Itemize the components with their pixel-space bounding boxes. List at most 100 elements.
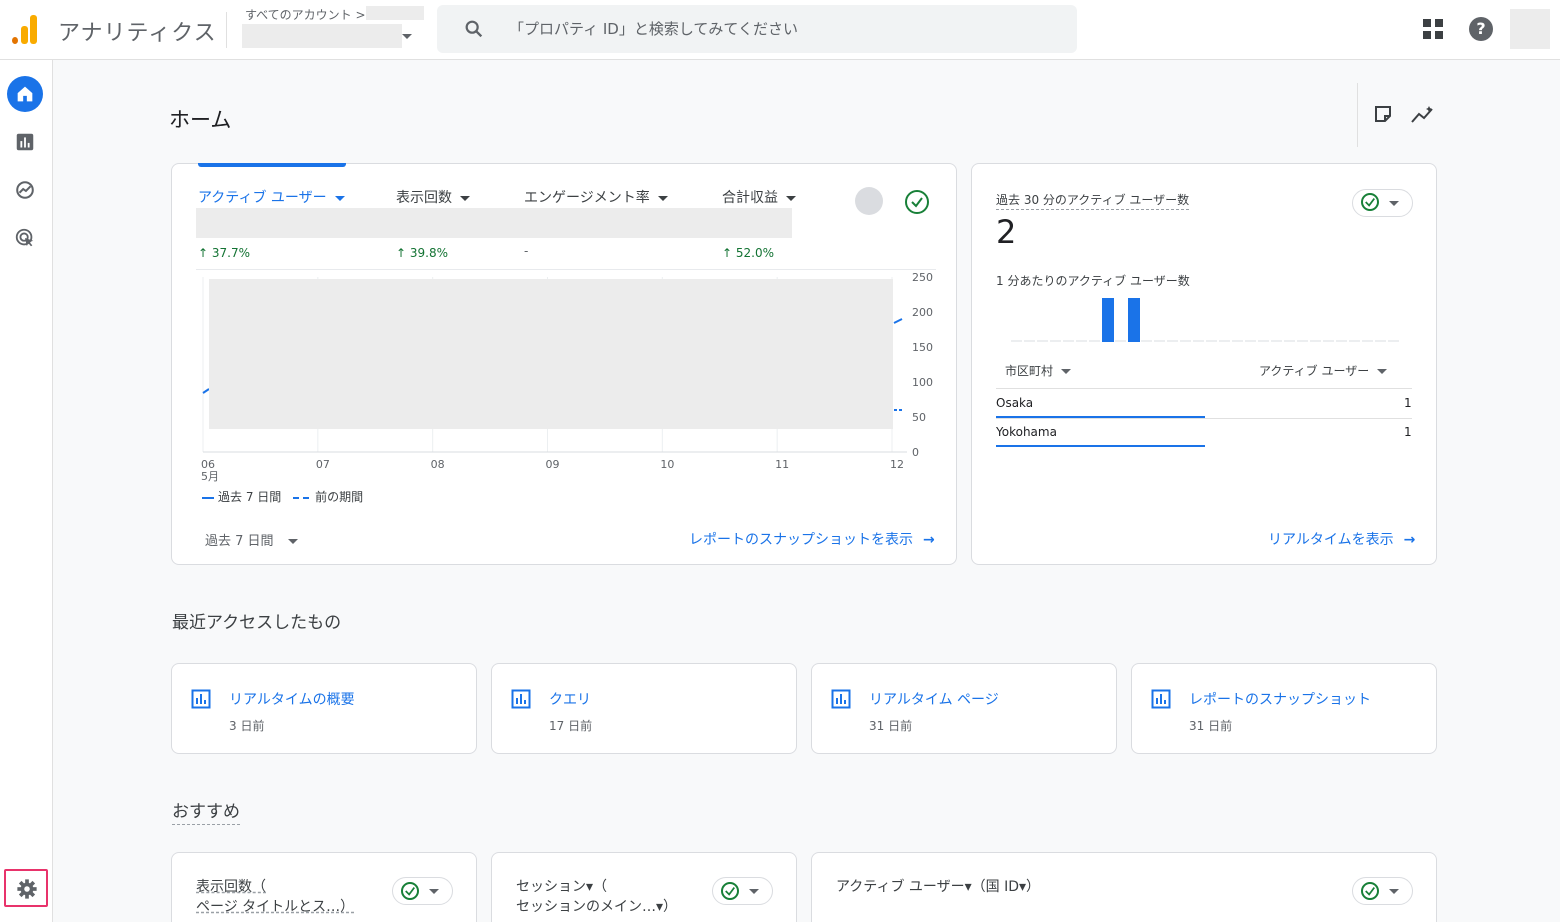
app-title: アナリティクス <box>58 21 217 46</box>
x-tick-label: 09 <box>546 458 560 471</box>
realtime-card: 過去 30 分のアクティブ ユーザー数 2 1 分あたりのアクティブ ユーザー数… <box>971 163 1437 565</box>
metrics-overview-card: アクティブ ユーザー 表示回数 エンゲージメント率 合計収益 ↑ 37.7% ↑… <box>171 163 957 565</box>
insights-icon[interactable] <box>1410 104 1436 126</box>
search-bar[interactable]: 「プロパティ ID」と検索してみてください <box>437 5 1077 53</box>
recommendation-dropdown[interactable] <box>712 877 773 905</box>
left-nav-rail <box>0 60 53 922</box>
recommendation-card[interactable]: 表示回数（ ページ タイトルとス…） <box>171 852 477 922</box>
recommendation-card[interactable]: セッション▾（ セッションのメイン…▾） <box>491 852 797 922</box>
recent-item[interactable]: リアルタイム ページ 31 日前 <box>811 663 1117 754</box>
apps-grid-icon[interactable] <box>1422 18 1444 40</box>
account-breadcrumb[interactable]: すべてのアカウント > <box>245 6 366 23</box>
x-tick-label: 12 <box>890 458 904 471</box>
nav-advertising-button[interactable] <box>7 220 43 256</box>
report-icon <box>191 689 211 709</box>
home-icon <box>17 86 33 102</box>
report-icon <box>831 689 851 709</box>
recommendation-dropdown[interactable] <box>392 877 453 905</box>
recommendation-metric: セッション▾（ セッションのメイン…▾） <box>516 879 678 915</box>
chart-legend: 過去 7 日間 前の期間 <box>202 488 363 505</box>
row-share-bar <box>996 445 1205 447</box>
recommendation-card[interactable]: アクティブ ユーザー▾（国 ID▾） <box>811 852 1437 922</box>
chevron-down-icon <box>1389 201 1399 206</box>
x-month-label: 5月 <box>201 470 219 483</box>
admin-settings-button[interactable] <box>4 869 48 907</box>
chevron-down-icon[interactable] <box>402 34 412 39</box>
check-circle-icon <box>401 882 419 900</box>
chevron-down-icon <box>1389 889 1399 894</box>
tab-engagement-rate[interactable]: エンゲージメント率 <box>524 187 668 207</box>
engagement-rate-delta: - <box>524 244 529 258</box>
x-tick-label: 10 <box>660 458 674 471</box>
y-tick-label: 50 <box>912 411 926 424</box>
recent-item-name[interactable]: リアルタイム ページ <box>869 689 999 709</box>
column-city[interactable]: 市区町村 <box>1005 362 1072 379</box>
minute-bar[interactable] <box>1102 298 1114 342</box>
view-report-snapshot-link[interactable]: レポートのスナップショットを表示 → <box>689 529 935 549</box>
medal-icon[interactable] <box>855 187 883 215</box>
recommendations-title: おすすめ <box>172 797 240 825</box>
recent-item-time: 31 日前 <box>869 719 913 733</box>
legend-current: 過去 7 日間 <box>218 490 282 504</box>
help-icon[interactable]: ? <box>1469 17 1493 41</box>
check-circle-icon <box>1361 882 1379 900</box>
divider <box>1357 83 1358 147</box>
check-circle-icon[interactable] <box>905 190 929 214</box>
gear-icon <box>17 879 37 899</box>
table-row-city: Yokohama <box>996 425 1057 439</box>
realtime-insight-dropdown[interactable] <box>1352 189 1413 217</box>
tab-active-users[interactable]: アクティブ ユーザー <box>198 187 345 207</box>
y-tick-label: 100 <box>912 376 933 389</box>
date-range-selector[interactable]: 過去 7 日間 <box>205 530 298 549</box>
recent-item[interactable]: レポートのスナップショット 31 日前 <box>1131 663 1437 754</box>
recommendation-metric: アクティブ ユーザー▾（国 ID▾） <box>836 879 1041 895</box>
active-users-delta: ↑ 37.7% <box>198 246 250 260</box>
x-tick-label: 11 <box>775 458 789 471</box>
y-tick-label: 200 <box>912 306 933 319</box>
table-row-value: 1 <box>1404 396 1412 410</box>
check-circle-icon <box>721 882 739 900</box>
legend-previous: 前の期間 <box>315 490 364 504</box>
y-tick-label: 250 <box>912 271 933 284</box>
recent-item[interactable]: リアルタイムの概要 3 日前 <box>171 663 477 754</box>
minute-bar[interactable] <box>1128 298 1140 342</box>
recent-item[interactable]: クエリ 17 日前 <box>491 663 797 754</box>
nav-reports-button[interactable] <box>7 124 43 160</box>
page-title: ホーム <box>169 108 232 132</box>
divider <box>226 12 227 48</box>
table-row-value: 1 <box>1404 425 1412 439</box>
tab-views[interactable]: 表示回数 <box>396 187 470 207</box>
recent-item-time: 3 日前 <box>229 719 265 733</box>
nav-explore-button[interactable] <box>7 172 43 208</box>
recent-item-name[interactable]: リアルタイムの概要 <box>229 689 355 709</box>
avatar[interactable] <box>1510 9 1550 49</box>
line-chart: 05010015020025006 07 08 09 10 11 125月 <box>201 271 933 483</box>
search-placeholder[interactable]: 「プロパティ ID」と検索してみてください <box>509 18 798 39</box>
realtime-title: 過去 30 分のアクティブ ユーザー数 <box>996 191 1190 210</box>
realtime-subtitle: 1 分あたりのアクティブ ユーザー数 <box>996 274 1190 288</box>
redacted-chart-area <box>209 279 893 429</box>
column-active-users[interactable]: アクティブ ユーザー <box>1259 362 1388 379</box>
divider <box>996 418 1412 419</box>
views-delta: ↑ 39.8% <box>396 246 448 260</box>
explore-icon <box>16 181 34 199</box>
analytics-logo-icon[interactable] <box>12 14 40 44</box>
bar-chart-icon <box>16 133 34 151</box>
series-current-line <box>893 318 903 324</box>
property-selector[interactable] <box>242 24 402 48</box>
table-row-city: Osaka <box>996 396 1034 410</box>
realtime-active-count: 2 <box>996 213 1017 251</box>
nav-home-button[interactable] <box>7 76 43 112</box>
arrow-right-icon: → <box>923 532 935 548</box>
recent-item-name[interactable]: クエリ <box>549 689 591 709</box>
recent-item-name[interactable]: レポートのスナップショット <box>1189 689 1371 709</box>
chevron-down-icon <box>429 889 439 894</box>
tab-total-revenue[interactable]: 合計収益 <box>722 187 796 207</box>
x-tick-label: 07 <box>316 458 330 471</box>
redacted-metric-values <box>196 208 792 238</box>
recommendation-dropdown[interactable] <box>1352 877 1413 905</box>
x-tick-label: 08 <box>431 458 445 471</box>
view-realtime-link[interactable]: リアルタイムを表示 → <box>1268 529 1415 549</box>
sticky-note-icon[interactable] <box>1373 104 1393 124</box>
divider <box>996 388 1412 389</box>
